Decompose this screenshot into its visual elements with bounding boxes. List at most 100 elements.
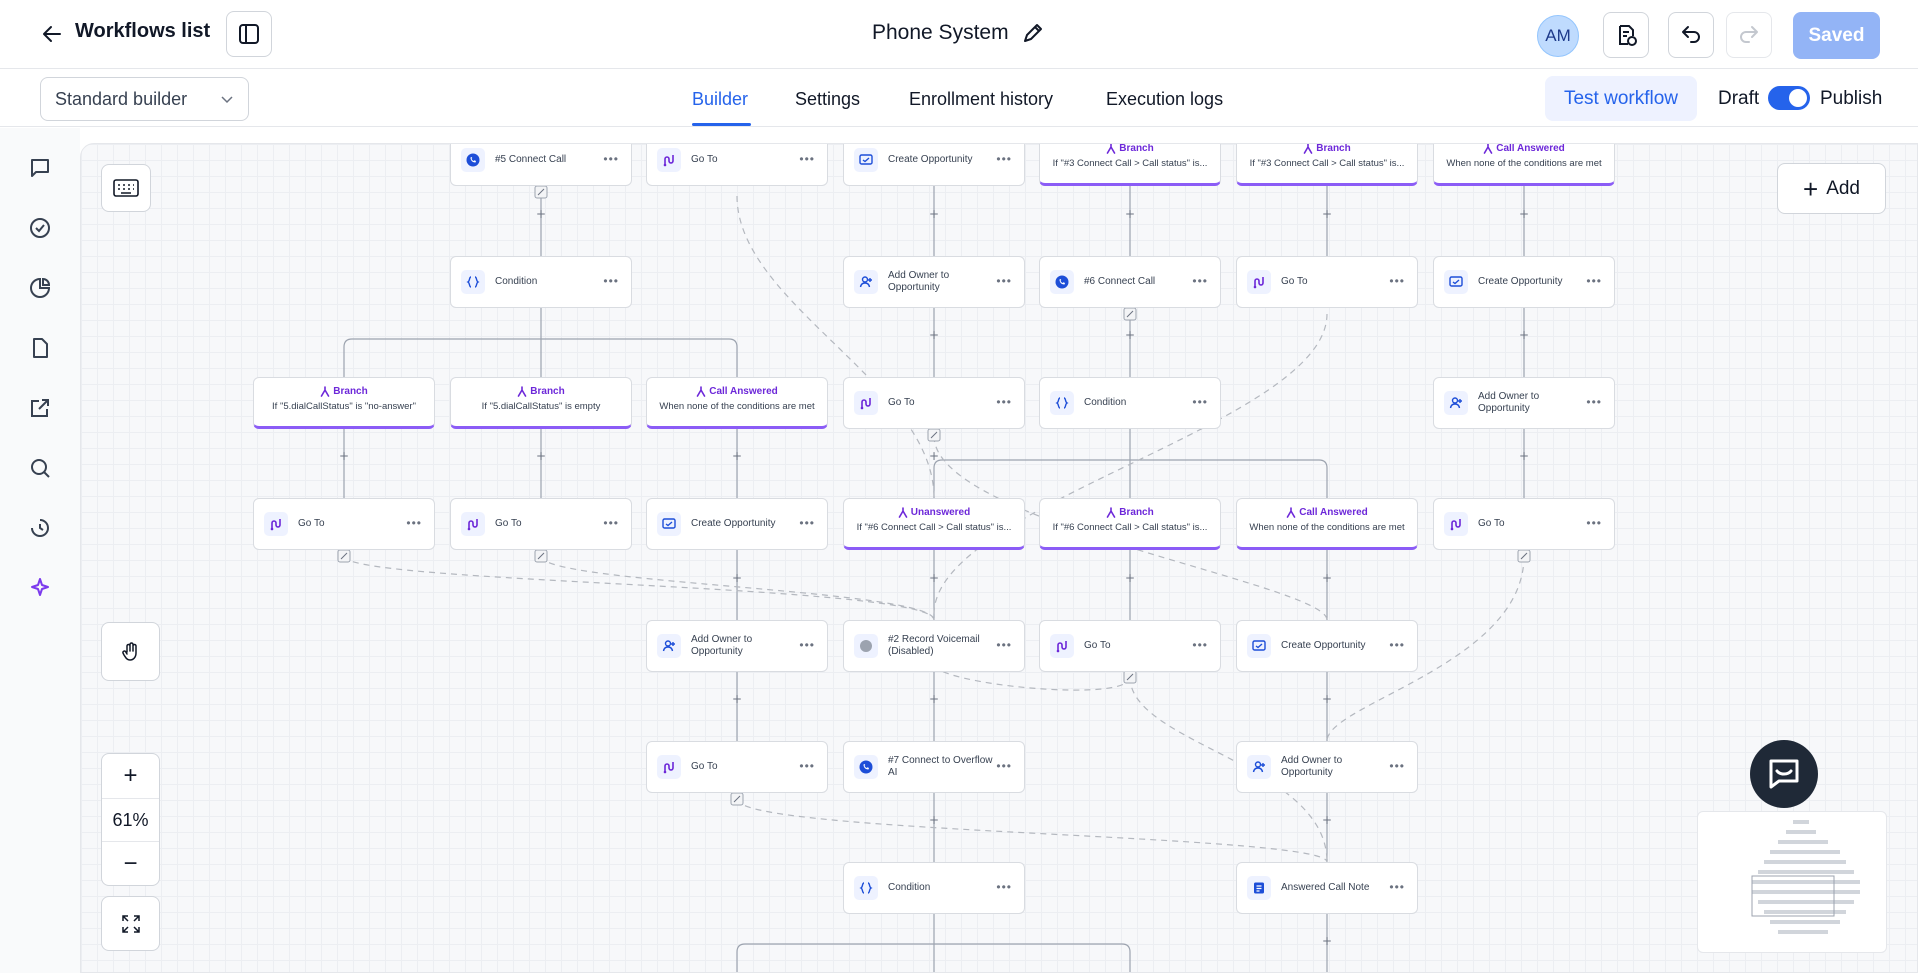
more-options-icon[interactable]: •••	[799, 638, 815, 652]
more-options-icon[interactable]: •••	[996, 152, 1012, 166]
action-node[interactable]: Condition •••	[1039, 377, 1221, 429]
action-label: Add Owner to Opportunity	[1281, 755, 1343, 778]
zoom-in-button[interactable]: +	[102, 754, 159, 798]
svg-text:+: +	[1125, 207, 1135, 221]
action-node[interactable]: #7 Connect to Overflow AI •••	[843, 741, 1025, 793]
support-chat-button[interactable]	[1750, 740, 1818, 808]
action-node[interactable]: Create Opportunity •••	[843, 144, 1025, 186]
action-node[interactable]: Add Owner to Opportunity •••	[646, 620, 828, 672]
document-icon[interactable]	[26, 334, 54, 362]
minimap[interactable]	[1697, 811, 1887, 953]
keyboard-shortcuts-button[interactable]	[101, 164, 151, 212]
search-icon[interactable]	[26, 454, 54, 482]
action-node[interactable]: Go To •••	[843, 377, 1025, 429]
back-arrow-icon[interactable]	[40, 22, 64, 46]
owner-icon	[854, 270, 878, 294]
more-options-icon[interactable]: •••	[603, 152, 619, 166]
workflow-title: Phone System	[872, 21, 1009, 44]
user-avatar[interactable]: AM	[1537, 15, 1579, 57]
action-node[interactable]: Create Opportunity •••	[1236, 620, 1418, 672]
action-node[interactable]: Go To •••	[646, 144, 828, 186]
action-node[interactable]: #2 Record Voicemail (Disabled) •••	[843, 620, 1025, 672]
more-options-icon[interactable]: •••	[1192, 638, 1208, 652]
workflow-canvas[interactable]: + + + + + + + + + + + + + + + + + + + + + + + #5 Connect Call …	[80, 143, 1918, 973]
action-node[interactable]: #6 Connect Call •••	[1039, 256, 1221, 308]
changelog-button[interactable]	[1603, 12, 1649, 58]
action-label: Go To	[691, 154, 718, 165]
more-options-icon[interactable]: •••	[1586, 516, 1602, 530]
action-node[interactable]: Add Owner to Opportunity •••	[1433, 377, 1615, 429]
more-options-icon[interactable]: •••	[1389, 880, 1405, 894]
branch-node[interactable]: Branch If "#3 Connect Call > Call status…	[1236, 144, 1418, 186]
branch-node[interactable]: Call Answered When none of the condition…	[1433, 143, 1615, 186]
check-circle-icon[interactable]	[26, 214, 54, 242]
sparkle-icon[interactable]	[26, 574, 54, 602]
add-node-button[interactable]: + Add	[1777, 163, 1886, 214]
more-options-icon[interactable]: •••	[603, 516, 619, 530]
more-options-icon[interactable]: •••	[1192, 395, 1208, 409]
more-options-icon[interactable]: •••	[406, 516, 422, 530]
action-node[interactable]: Create Opportunity •••	[646, 498, 828, 550]
more-options-icon[interactable]: •••	[1389, 759, 1405, 773]
external-link-icon[interactable]	[26, 394, 54, 422]
branch-node[interactable]: Unanswered If "#6 Connect Call > Call st…	[843, 498, 1025, 550]
saved-button[interactable]: Saved	[1793, 12, 1880, 59]
tab-builder[interactable]: Builder	[692, 89, 748, 110]
more-options-icon[interactable]: •••	[1389, 274, 1405, 288]
action-node[interactable]: Go To •••	[1039, 620, 1221, 672]
action-node[interactable]: Create Opportunity •••	[1433, 256, 1615, 308]
toggle-panel-button[interactable]	[226, 11, 272, 57]
more-options-icon[interactable]: •••	[1586, 274, 1602, 288]
branch-node[interactable]: Branch If "#3 Connect Call > Call status…	[1039, 144, 1221, 186]
zoom-out-button[interactable]: −	[102, 842, 159, 886]
tab-settings[interactable]: Settings	[795, 89, 860, 110]
action-node[interactable]: Add Owner to Opportunity •••	[843, 256, 1025, 308]
action-node[interactable]: Go To •••	[253, 498, 435, 550]
history-icon[interactable]	[26, 514, 54, 542]
action-label: Create Opportunity	[1281, 640, 1366, 651]
test-workflow-button[interactable]: Test workflow	[1545, 76, 1697, 121]
more-options-icon[interactable]: •••	[1192, 274, 1208, 288]
pan-tool-button[interactable]	[101, 622, 160, 681]
more-options-icon[interactable]: •••	[996, 274, 1012, 288]
branch-title: Call Answered	[1496, 143, 1565, 154]
branch-node[interactable]: Call Answered When none of the condition…	[1236, 498, 1418, 550]
action-node[interactable]: Answered Call Note •••	[1236, 862, 1418, 914]
more-options-icon[interactable]: •••	[799, 759, 815, 773]
fit-view-button[interactable]	[101, 896, 160, 951]
action-node[interactable]: Go To •••	[1433, 498, 1615, 550]
more-options-icon[interactable]: •••	[996, 638, 1012, 652]
action-node[interactable]: Go To •••	[646, 741, 828, 793]
branch-node[interactable]: Call Answered When none of the condition…	[646, 377, 828, 429]
action-node[interactable]: Go To •••	[450, 498, 632, 550]
more-options-icon[interactable]: •••	[799, 152, 815, 166]
pie-chart-icon[interactable]	[26, 274, 54, 302]
undo-button[interactable]	[1668, 12, 1714, 58]
svg-text:+: +	[536, 207, 546, 221]
action-node[interactable]: Condition •••	[843, 862, 1025, 914]
chat-icon[interactable]	[26, 154, 54, 182]
action-node[interactable]: #5 Connect Call •••	[450, 144, 632, 186]
more-options-icon[interactable]: •••	[996, 880, 1012, 894]
action-node[interactable]: Go To •••	[1236, 256, 1418, 308]
tab-execution-logs[interactable]: Execution logs	[1106, 89, 1223, 110]
redo-button[interactable]	[1726, 12, 1772, 58]
workflows-list-link[interactable]: Workflows list	[75, 20, 210, 43]
svg-text:+: +	[1519, 328, 1529, 342]
branch-node[interactable]: Branch If "5.dialCallStatus" is empty	[450, 377, 632, 429]
branch-node[interactable]: Branch If "#6 Connect Call > Call status…	[1039, 498, 1221, 550]
branch-node[interactable]: Branch If "5.dialCallStatus" is "no-answ…	[253, 377, 435, 429]
more-options-icon[interactable]: •••	[996, 759, 1012, 773]
edit-title-pencil-icon[interactable]	[1020, 20, 1046, 46]
more-options-icon[interactable]: •••	[1389, 638, 1405, 652]
more-options-icon[interactable]: •••	[799, 516, 815, 530]
more-options-icon[interactable]: •••	[603, 274, 619, 288]
publish-toggle[interactable]	[1768, 86, 1810, 110]
more-options-icon[interactable]: •••	[996, 395, 1012, 409]
action-node[interactable]: Add Owner to Opportunity •••	[1236, 741, 1418, 793]
more-options-icon[interactable]: •••	[1586, 395, 1602, 409]
action-node[interactable]: Condition •••	[450, 256, 632, 308]
tab-enrollment-history[interactable]: Enrollment history	[909, 89, 1053, 110]
goto-icon	[1247, 270, 1271, 294]
builder-mode-select[interactable]: Standard builder	[40, 77, 249, 121]
